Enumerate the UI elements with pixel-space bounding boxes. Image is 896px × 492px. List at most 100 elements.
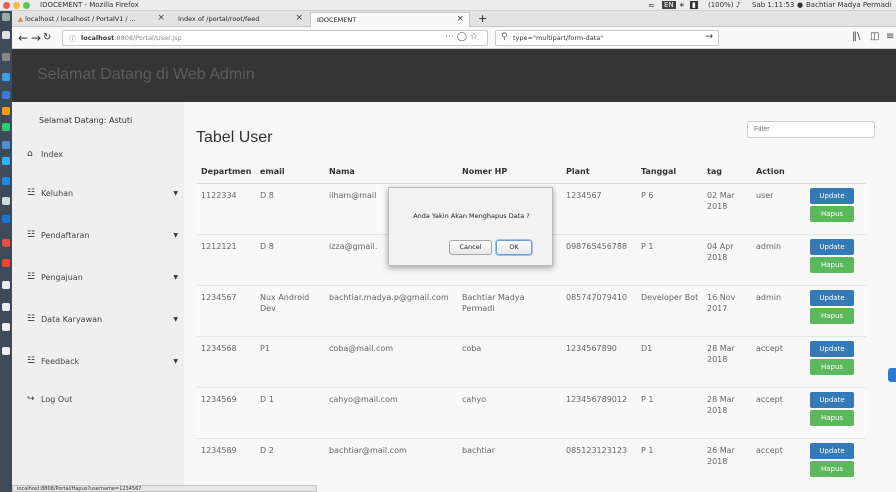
menu-icon[interactable]: ≡: [886, 31, 894, 42]
tab-strip: ▲ localhost / localhost / PortalV1 / ...…: [12, 11, 896, 27]
sidebar-toggle-icon[interactable]: ◫: [870, 31, 879, 42]
close-tab-icon[interactable]: ×: [295, 13, 303, 23]
tab-idocement[interactable]: IDOCEMENT ×: [310, 12, 470, 27]
minimize-window-button[interactable]: [13, 2, 20, 9]
music-dock-icon[interactable]: [2, 239, 10, 247]
update-button[interactable]: Update: [810, 442, 854, 459]
delete-button[interactable]: Hapus: [810, 205, 854, 222]
column-header[interactable]: Nama: [325, 161, 458, 184]
cell-email: D 2: [256, 437, 325, 489]
cell-tag: 04 Apr 2018: [703, 233, 752, 285]
cell-email: D 8: [256, 182, 325, 234]
main-content: Tabel User Departmen email Nama Nomer HP…: [184, 102, 896, 492]
cell-buttons: Update Hapus: [806, 233, 866, 285]
clock[interactable]: Sab 1:11:53: [752, 1, 794, 9]
maximize-window-button[interactable]: [23, 2, 30, 9]
cell-dept: 1234567: [197, 284, 256, 336]
column-header[interactable]: Action: [752, 161, 806, 184]
sidebar-item-pengajuan[interactable]: ☳ Pengajuan ▼: [27, 272, 184, 312]
address-bar[interactable]: ⓘ localhost:8808/Portal/User.jsp ⋯◯☆: [62, 30, 488, 46]
trash-dock-icon[interactable]: [2, 347, 10, 355]
volume-icon[interactable]: ♪: [736, 1, 740, 9]
site-info-icon[interactable]: ⓘ: [69, 34, 76, 44]
filter-input[interactable]: [747, 121, 875, 138]
cell-tag: 02 Mar 2018: [703, 182, 752, 234]
cell-buttons: Update Hapus: [806, 437, 866, 489]
terminal-dock-icon[interactable]: [2, 31, 10, 39]
sidebar-item-feedback[interactable]: ☳ Feedback ▼: [27, 356, 184, 396]
sidebar-item-data-karyawan[interactable]: ☳ Data Karyawan ▼: [27, 314, 184, 354]
tab-feed-index[interactable]: Index of /portal/root/feed ×: [172, 12, 308, 27]
editor-dock-icon[interactable]: [2, 141, 10, 149]
back-button[interactable]: ←: [18, 31, 28, 45]
reload-button[interactable]: ↻: [43, 31, 51, 45]
close-tab-icon[interactable]: ×: [157, 13, 165, 23]
dialog-ok-button[interactable]: OK: [496, 240, 532, 255]
delete-button[interactable]: Hapus: [810, 409, 854, 426]
battery-icon[interactable]: ▮: [690, 1, 698, 9]
battery-percent: (100%): [708, 1, 734, 9]
confirm-delete-dialog: Anda Yakin Akan Menghapus Data ? Cancel …: [388, 187, 553, 266]
caret-down-icon: ▼: [173, 232, 178, 239]
home-icon: ⌂: [27, 149, 33, 159]
cell-action: user: [752, 182, 806, 234]
column-header[interactable]: email: [256, 161, 325, 184]
close-tab-icon[interactable]: ×: [456, 14, 464, 24]
app-dock-icon[interactable]: [2, 123, 10, 131]
files-dock-icon[interactable]: [2, 53, 10, 61]
column-header[interactable]: tag: [703, 161, 752, 184]
session-user[interactable]: Bachtiar Madya Permadi: [806, 1, 891, 9]
delete-button[interactable]: Hapus: [810, 358, 854, 375]
mail-dock-icon[interactable]: [2, 157, 10, 165]
wifi-icon[interactable]: ≈: [648, 1, 655, 10]
update-button[interactable]: Update: [810, 238, 854, 255]
site-brand[interactable]: Selamat Datang di Web Admin: [37, 66, 255, 84]
delete-button[interactable]: Hapus: [810, 460, 854, 477]
page-actions[interactable]: ⋯◯☆: [445, 32, 481, 42]
search-go-arrow-icon[interactable]: →: [705, 32, 713, 42]
new-tab-button[interactable]: +: [472, 12, 493, 27]
delete-button[interactable]: Hapus: [810, 307, 854, 324]
tab-label: IDOCEMENT: [317, 16, 357, 24]
cell-email: D 8: [256, 233, 325, 285]
sidebar-item-pendaftaran[interactable]: ☳ Pendaftaran ▼: [27, 230, 184, 270]
settings-dock-icon[interactable]: [2, 13, 10, 21]
sidebar-item-index[interactable]: ⌂ Index: [27, 149, 184, 189]
update-button[interactable]: Update: [810, 391, 854, 408]
keyboard-layout-icon[interactable]: EN: [662, 1, 676, 9]
bluetooth-icon[interactable]: ∗: [679, 1, 685, 9]
dialog-cancel-button[interactable]: Cancel: [449, 240, 492, 255]
cell-hp: bachtiar: [458, 437, 562, 489]
update-button[interactable]: Update: [810, 187, 854, 204]
firefox-dock-icon[interactable]: [2, 107, 10, 115]
forward-button[interactable]: →: [31, 31, 41, 45]
column-header[interactable]: Nomer HP: [458, 161, 562, 184]
video-dock-icon[interactable]: [2, 259, 10, 267]
image-dock-icon[interactable]: [2, 281, 10, 289]
update-button[interactable]: Update: [810, 340, 854, 357]
chrome-dock-icon[interactable]: [2, 91, 10, 99]
column-header[interactable]: Tanggal: [637, 161, 703, 184]
calc-dock-icon[interactable]: [2, 197, 10, 205]
store-dock-icon[interactable]: [2, 303, 10, 311]
search-bar[interactable]: ⚲ type="multipart/form-data" →: [495, 30, 719, 46]
floating-scroll-icon[interactable]: [888, 368, 896, 382]
sidebar-item-keluhan[interactable]: ☳ Keluhan ▼: [27, 188, 184, 228]
docs-dock-icon[interactable]: [2, 215, 10, 223]
cell-plant: 123456789012: [562, 386, 637, 438]
close-window-button[interactable]: [3, 2, 10, 9]
delete-button[interactable]: Hapus: [810, 256, 854, 273]
library-icon[interactable]: ‖\: [852, 31, 860, 42]
disk-dock-icon[interactable]: [2, 323, 10, 331]
sidebar-item-logout[interactable]: ↪ Log Out: [27, 394, 184, 434]
tab-phpmyadmin[interactable]: ▲ localhost / localhost / PortalV1 / ...…: [12, 12, 170, 27]
browser-dock-icon[interactable]: [2, 73, 10, 81]
dialog-message: Anda Yakin Akan Menghapus Data ?: [413, 212, 530, 220]
update-button[interactable]: Update: [810, 289, 854, 306]
column-header[interactable]: Plant: [562, 161, 637, 184]
notes-dock-icon[interactable]: [2, 177, 10, 185]
table-row: 1234568 P1 coba@mail.com coba 1234567890…: [197, 335, 866, 387]
column-header[interactable]: Departmen: [197, 161, 256, 184]
cell-plant: 1234567: [562, 182, 637, 234]
power-icon[interactable]: ●: [797, 1, 803, 9]
